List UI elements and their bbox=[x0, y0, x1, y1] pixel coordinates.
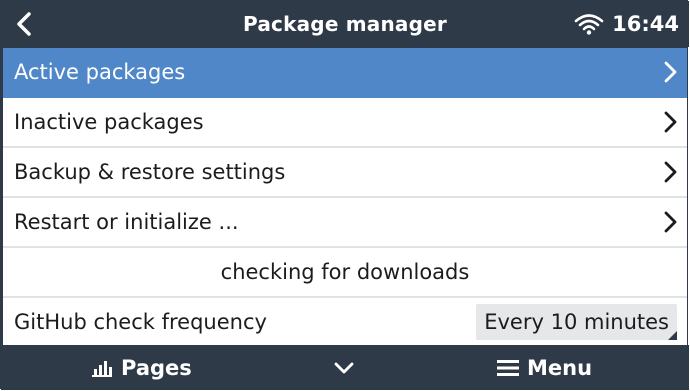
app-window: Package manager 16:44 Active packages In… bbox=[0, 0, 689, 390]
header-bar: Package manager 16:44 bbox=[1, 1, 689, 47]
list-item-label: Inactive packages bbox=[14, 110, 204, 134]
github-frequency-row[interactable]: GitHub check frequency Every 10 minutes bbox=[3, 298, 687, 346]
menu-button[interactable]: Menu bbox=[497, 345, 592, 390]
wifi-icon bbox=[574, 14, 604, 35]
pages-button[interactable]: Pages bbox=[91, 345, 192, 390]
list-item-restart-initialize[interactable]: Restart or initialize ... bbox=[3, 198, 687, 248]
hamburger-icon bbox=[497, 359, 519, 376]
list-item-label: Active packages bbox=[14, 60, 186, 84]
pages-label: Pages bbox=[121, 355, 192, 380]
editable-corner-icon bbox=[668, 331, 677, 340]
list-item-label: Backup & restore settings bbox=[14, 160, 286, 184]
chevron-right-icon bbox=[664, 111, 677, 133]
frequency-value: Every 10 minutes bbox=[484, 310, 669, 334]
frequency-label: GitHub check frequency bbox=[14, 310, 267, 334]
list-item-inactive-packages[interactable]: Inactive packages bbox=[3, 98, 687, 148]
clock: 16:44 bbox=[612, 12, 679, 36]
footer-bar: Pages Menu bbox=[1, 345, 689, 390]
list-item-backup-restore[interactable]: Backup & restore settings bbox=[3, 148, 687, 198]
menu-list: Active packages Inactive packages Backup… bbox=[3, 48, 687, 346]
bar-chart-icon bbox=[92, 360, 112, 377]
chevron-right-icon bbox=[664, 61, 677, 83]
menu-label: Menu bbox=[527, 355, 593, 380]
status-area: 16:44 bbox=[574, 1, 679, 47]
chevron-down-icon[interactable] bbox=[331, 357, 357, 379]
frequency-select[interactable]: Every 10 minutes bbox=[476, 304, 677, 340]
status-text: checking for downloads bbox=[220, 260, 470, 284]
list-item-active-packages[interactable]: Active packages bbox=[3, 48, 687, 98]
status-row: checking for downloads bbox=[3, 248, 687, 298]
chevron-right-icon bbox=[664, 211, 677, 233]
list-item-label: Restart or initialize ... bbox=[14, 210, 239, 234]
chevron-right-icon bbox=[664, 161, 677, 183]
